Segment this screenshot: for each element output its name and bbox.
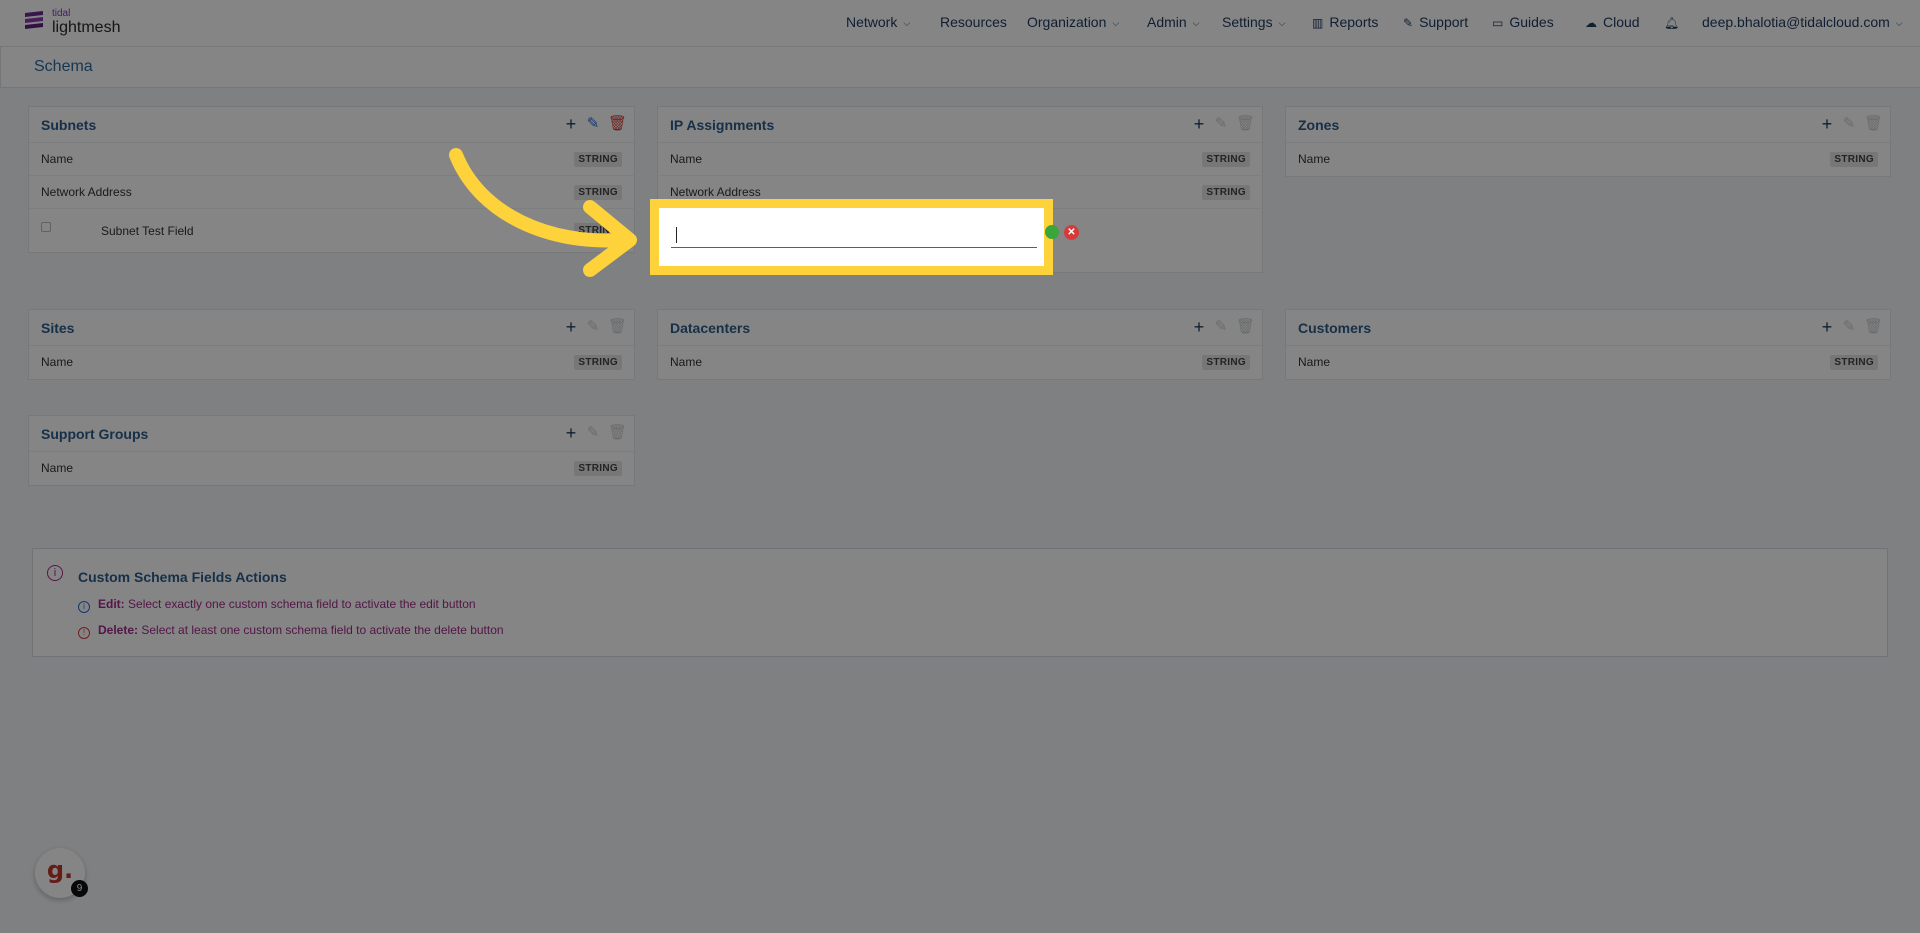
tutorial-arrow-icon [449, 148, 637, 277]
text-caret [676, 227, 677, 243]
tutorial-overlay [0, 0, 1920, 933]
new-field-name-input[interactable] [671, 218, 1037, 248]
confirm-field-button[interactable] [1045, 225, 1059, 239]
highlighted-new-field-frame [650, 199, 1053, 275]
cancel-field-button[interactable]: ✕ [1064, 225, 1079, 240]
